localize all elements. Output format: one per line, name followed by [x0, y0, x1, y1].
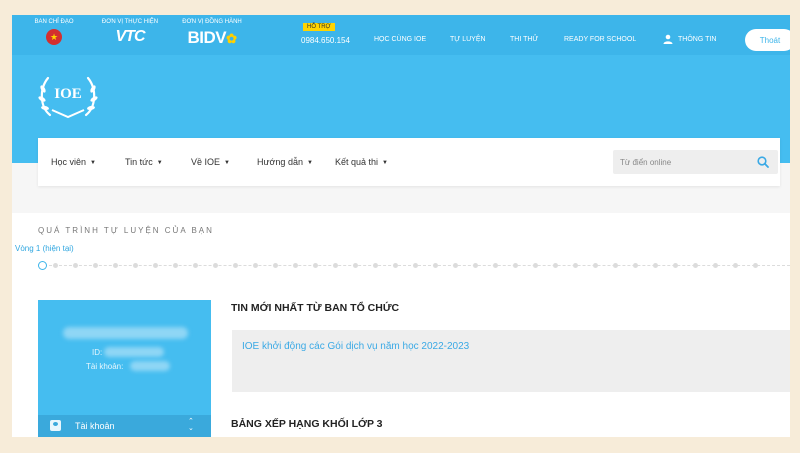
support-badge: HỖ TRỢ [303, 23, 335, 31]
user-name-redacted [63, 327, 188, 339]
menu-news[interactable]: Tin tức ▼ [125, 157, 163, 167]
round-marker[interactable] [453, 263, 458, 268]
round-marker[interactable] [53, 263, 58, 268]
round-marker[interactable] [213, 263, 218, 268]
logo-text: IOE [54, 86, 82, 102]
round-marker[interactable] [633, 263, 638, 268]
round-marker[interactable] [113, 263, 118, 268]
account-label: Tài khoản: [86, 362, 124, 371]
round-marker[interactable] [133, 263, 138, 268]
round-marker[interactable] [513, 263, 518, 268]
expand-collapse-icon: ⌃ ⌄ [188, 418, 194, 432]
menu-students[interactable]: Học viên ▼ [51, 157, 96, 167]
sponsor-label: ĐƠN VỊ ĐỒNG HÀNH [182, 19, 242, 25]
vtc-logo: VTC [115, 28, 146, 45]
round-marker[interactable] [673, 263, 678, 268]
menu-guide[interactable]: Hướng dẫn ▼ [257, 157, 313, 167]
round-marker[interactable] [313, 263, 318, 268]
bidv-logo-text: BIDV [187, 28, 227, 47]
sponsor-label: ĐƠN VỊ THỰC HIỆN [101, 19, 159, 25]
round-marker[interactable] [573, 263, 578, 268]
menu-label: Học viên [51, 157, 87, 167]
round-markers [53, 263, 790, 269]
round-marker[interactable] [653, 263, 658, 268]
round-marker[interactable] [613, 263, 618, 268]
menu-label: Kết quả thi [335, 157, 379, 167]
round-marker[interactable] [533, 263, 538, 268]
account-menu[interactable]: Tài khoản ⌃ ⌄ [38, 415, 211, 437]
round-marker[interactable] [173, 263, 178, 268]
round-marker[interactable] [373, 263, 378, 268]
nav-self-practice[interactable]: TỰ LUYỆN [450, 36, 486, 43]
round-marker[interactable] [473, 263, 478, 268]
user-icon[interactable] [663, 34, 673, 44]
menu-label: Về IOE [191, 157, 221, 167]
ranking-section-title: BẢNG XẾP HẠNG KHỐI LỚP 3 [231, 418, 383, 430]
sponsor-label: BAN CHỈ ĐẠO [34, 19, 74, 25]
dictionary-search-input[interactable] [613, 150, 753, 174]
caret-down-icon: ▼ [224, 160, 230, 166]
id-label: ID: [92, 348, 103, 357]
news-item-link[interactable]: IOE khởi động các Gói dịch vụ năm học 20… [242, 341, 469, 352]
round-marker[interactable] [153, 263, 158, 268]
round-marker[interactable] [353, 263, 358, 268]
progress-title: QUÁ TRÌNH TỰ LUYỆN CỦA BẠN [38, 226, 214, 235]
id-value-redacted [104, 347, 164, 357]
ioe-logo[interactable]: IOE [36, 69, 100, 123]
sun-icon: ✿ [226, 31, 237, 46]
nav-ready-for-school[interactable]: READY FOR SCHOOL [564, 36, 636, 43]
search-icon[interactable] [757, 156, 769, 168]
nav-trial-exam[interactable]: THI THỬ [510, 36, 538, 43]
main-nav: Học viên ▼ Tin tức ▼ Về IOE ▼ Hướng dẫn ▼ Kế… [38, 138, 780, 186]
round-marker[interactable] [753, 263, 758, 268]
round-marker[interactable] [253, 263, 258, 268]
menu-label: Hướng dẫn [257, 157, 303, 167]
top-bar: BAN CHỈ ĐẠO ★ ĐƠN VỊ THỰC HIỆN VTC ĐƠN V… [12, 15, 790, 55]
account-icon [50, 420, 61, 431]
round-marker[interactable] [733, 263, 738, 268]
round-marker[interactable] [233, 263, 238, 268]
account-value-redacted [130, 361, 170, 371]
menu-exam-results[interactable]: Kết quả thi ▼ [335, 157, 388, 167]
round-marker[interactable] [193, 263, 198, 268]
account-menu-label: Tài khoản [75, 421, 115, 431]
round-marker[interactable] [433, 263, 438, 268]
account-info-link[interactable]: THÔNG TIN [678, 36, 716, 43]
nav-learn-with-ioe[interactable]: HỌC CÙNG IOE [374, 36, 426, 43]
main-content: QUÁ TRÌNH TỰ LUYỆN CỦA BẠN Vòng 1 (hiện … [12, 213, 790, 437]
round-marker[interactable] [413, 263, 418, 268]
dictionary-search [613, 150, 778, 174]
round-marker[interactable] [553, 263, 558, 268]
round-marker[interactable] [293, 263, 298, 268]
emblem-icon: ★ [46, 29, 62, 45]
support-phone[interactable]: 0984.650.154 [301, 36, 350, 45]
round-marker-current[interactable] [38, 261, 47, 270]
news-list: IOE khởi động các Gói dịch vụ năm học 20… [232, 330, 790, 392]
profile-card: ID: Tài khoản: Tài khoản ⌃ ⌄ [38, 300, 211, 437]
round-marker[interactable] [393, 263, 398, 268]
menu-label: Tin tức [125, 157, 153, 167]
caret-down-icon: ▼ [382, 160, 388, 166]
sponsor-implementer: ĐƠN VỊ THỰC HIỆN VTC [97, 19, 163, 46]
news-section-title: TIN MỚI NHẤT TỪ BAN TỔ CHỨC [231, 302, 400, 314]
bidv-logo: BIDV✿ [177, 28, 247, 48]
round-marker[interactable] [693, 263, 698, 268]
round-marker[interactable] [713, 263, 718, 268]
caret-down-icon: ▼ [306, 160, 313, 166]
caret-down-icon: ▼ [90, 160, 96, 166]
menu-about-ioe[interactable]: Về IOE ▼ [191, 157, 230, 167]
logout-button[interactable]: Thoát [745, 29, 790, 51]
caret-down-icon: ▼ [156, 160, 163, 166]
round-marker[interactable] [273, 263, 278, 268]
browser-viewport: BAN CHỈ ĐẠO ★ ĐƠN VỊ THỰC HIỆN VTC ĐƠN V… [12, 15, 790, 437]
round-marker[interactable] [73, 263, 78, 268]
round-marker[interactable] [333, 263, 338, 268]
round-marker[interactable] [93, 263, 98, 268]
round-marker[interactable] [593, 263, 598, 268]
current-round-label[interactable]: Vòng 1 (hiện tại) [15, 244, 74, 253]
sponsor-steering: BAN CHỈ ĐẠO ★ [34, 19, 74, 45]
round-marker[interactable] [493, 263, 498, 268]
progress-track [38, 261, 790, 271]
sponsor-partner: ĐƠN VỊ ĐỒNG HÀNH BIDV✿ [177, 19, 247, 48]
